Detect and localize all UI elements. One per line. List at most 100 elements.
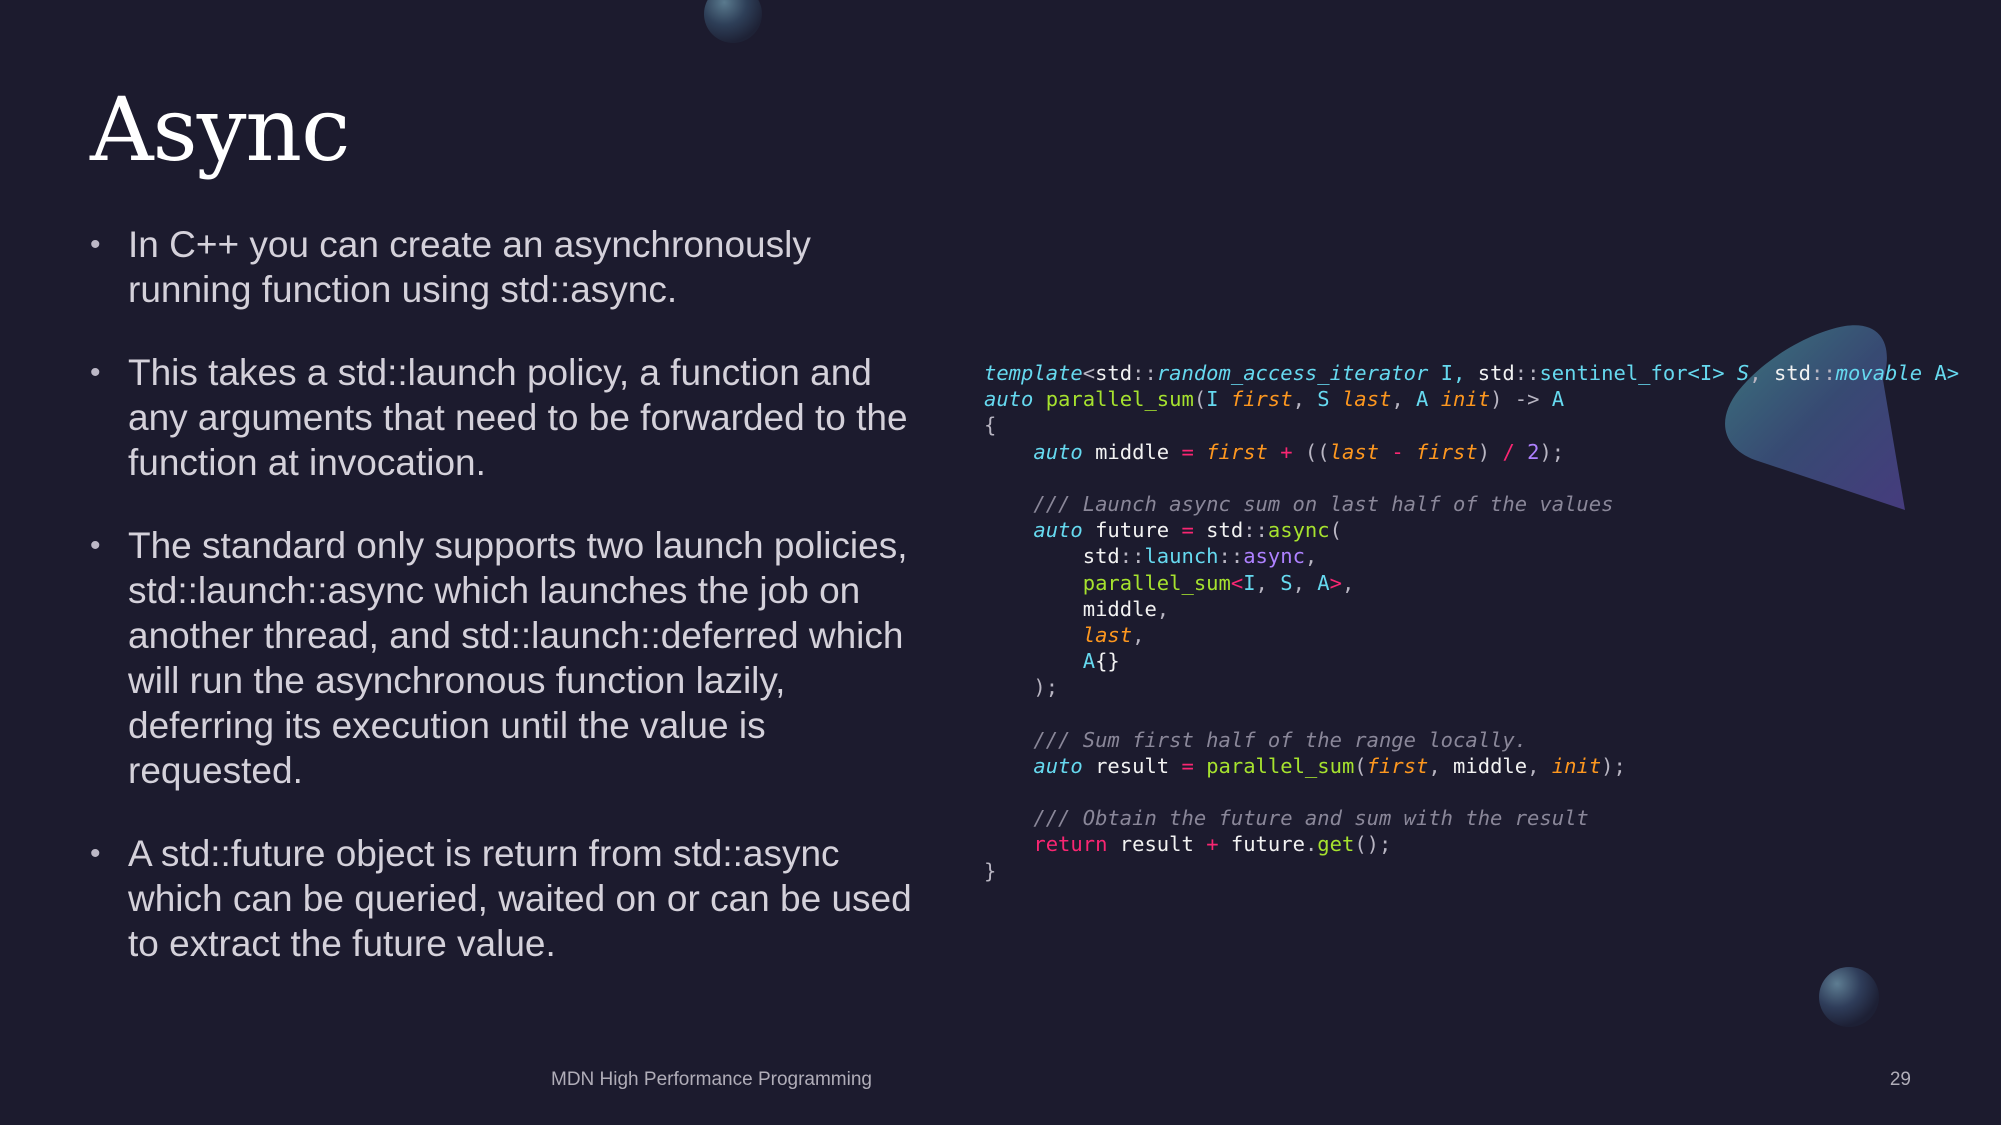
bullet-text: The standard only supports two launch po… — [128, 525, 908, 791]
code-token: { — [984, 413, 997, 438]
code-token: first — [1230, 387, 1293, 412]
code-token: get — [1317, 832, 1355, 857]
code-token: / — [1502, 439, 1515, 464]
code-token: first — [1416, 439, 1478, 464]
code-token: auto — [1033, 753, 1083, 778]
code-line: auto middle = first + ((last - first) / … — [984, 439, 1959, 465]
bullet-glyph: • — [90, 356, 101, 389]
code-token: < — [1082, 361, 1096, 385]
code-line: } — [984, 858, 1959, 884]
code-token: I, — [1428, 361, 1478, 385]
code-token: S — [1317, 387, 1342, 412]
code-block: template<std::random_access_iterator I, … — [984, 360, 1959, 884]
bullet-glyph: • — [90, 837, 101, 870]
code-token: ( — [1193, 387, 1207, 412]
code-line: auto future = std::async( — [984, 517, 1959, 543]
code-token: = — [1181, 518, 1194, 543]
footer-text: MDN High Performance Programming — [551, 1069, 872, 1090]
code-token: A — [1551, 387, 1565, 412]
code-token: :: — [1218, 544, 1244, 569]
code-token: A> — [1922, 361, 1960, 385]
code-token: I — [1206, 387, 1231, 412]
code-token: , — [1132, 622, 1145, 647]
code-token: auto — [984, 387, 1034, 412]
code-line: middle, — [984, 596, 1959, 622]
slide-title: Async — [90, 78, 350, 181]
code-token: std — [1773, 361, 1811, 385]
bullet-item: • In C++ you can create an asynchronously… — [90, 222, 940, 312]
code-token: return — [1033, 832, 1108, 857]
code-token: > — [1329, 570, 1342, 595]
code-token: middle — [984, 596, 1157, 621]
code-token: async — [1267, 518, 1330, 543]
bullet-glyph: • — [90, 529, 101, 562]
code-token: launch — [1144, 544, 1219, 569]
code-line: A{} — [984, 648, 1959, 674]
bullet-item: • This takes a std::launch policy, a func… — [90, 350, 940, 485]
code-token: S — [1736, 361, 1750, 385]
code-token: . — [1304, 832, 1318, 857]
code-token: , — [1292, 387, 1318, 412]
code-token: parallel_sum — [1045, 387, 1194, 412]
code-line: /// Sum first half of the range locally. — [984, 727, 1959, 753]
code-token: 2 — [1527, 439, 1540, 464]
code-token: ) — [1477, 439, 1503, 464]
code-token: ( — [1354, 753, 1367, 778]
code-token: std — [984, 544, 1120, 569]
code-token: std — [1095, 361, 1133, 385]
code-token: :: — [1119, 544, 1145, 569]
code-token: ( — [1329, 518, 1342, 543]
code-token: /// Obtain the future and sum with the r… — [1033, 806, 1589, 831]
code-line: last, — [984, 622, 1959, 648]
code-token: future — [1082, 518, 1182, 543]
code-token: ); — [984, 675, 1059, 700]
code-token: , — [1341, 570, 1355, 595]
code-token: :: — [1243, 518, 1268, 543]
code-token: <I> — [1687, 361, 1737, 385]
code-token: init — [1551, 753, 1602, 778]
code-token: last — [1082, 622, 1133, 647]
decorative-sphere-bottom-right — [1819, 967, 1879, 1027]
bullet-text: This takes a std::launch policy, a funct… — [128, 352, 908, 483]
code-token: , — [1428, 753, 1454, 778]
code-line: { — [984, 412, 1959, 438]
code-token: future — [1218, 832, 1305, 857]
code-token: result — [1082, 753, 1182, 778]
code-token: std — [1477, 361, 1515, 385]
code-token: , — [1292, 570, 1318, 595]
code-token: result — [1107, 832, 1207, 857]
bullet-text: In C++ you can create an asynchronously … — [128, 224, 811, 310]
code-token: ) -> — [1490, 387, 1552, 412]
code-line: template<std::random_access_iterator I, … — [984, 360, 1959, 386]
code-token: middle — [1453, 753, 1528, 778]
code-token: < — [1230, 570, 1244, 595]
code-token: first — [1366, 753, 1429, 778]
code-token: - — [1391, 439, 1404, 464]
bullet-glyph: • — [90, 228, 101, 261]
code-token: :: — [1132, 361, 1157, 385]
code-line: /// Obtain the future and sum with the r… — [984, 805, 1959, 831]
code-token: , — [1527, 753, 1552, 778]
code-token: , — [1391, 387, 1417, 412]
code-token: } — [984, 858, 997, 883]
code-line: return result + future.get(); — [984, 831, 1959, 857]
code-token: random_access_iterator — [1156, 361, 1429, 385]
code-token: async — [1243, 544, 1305, 569]
code-token: movable — [1835, 361, 1923, 385]
code-line: ); — [984, 674, 1959, 700]
code-token: A — [1416, 387, 1441, 412]
